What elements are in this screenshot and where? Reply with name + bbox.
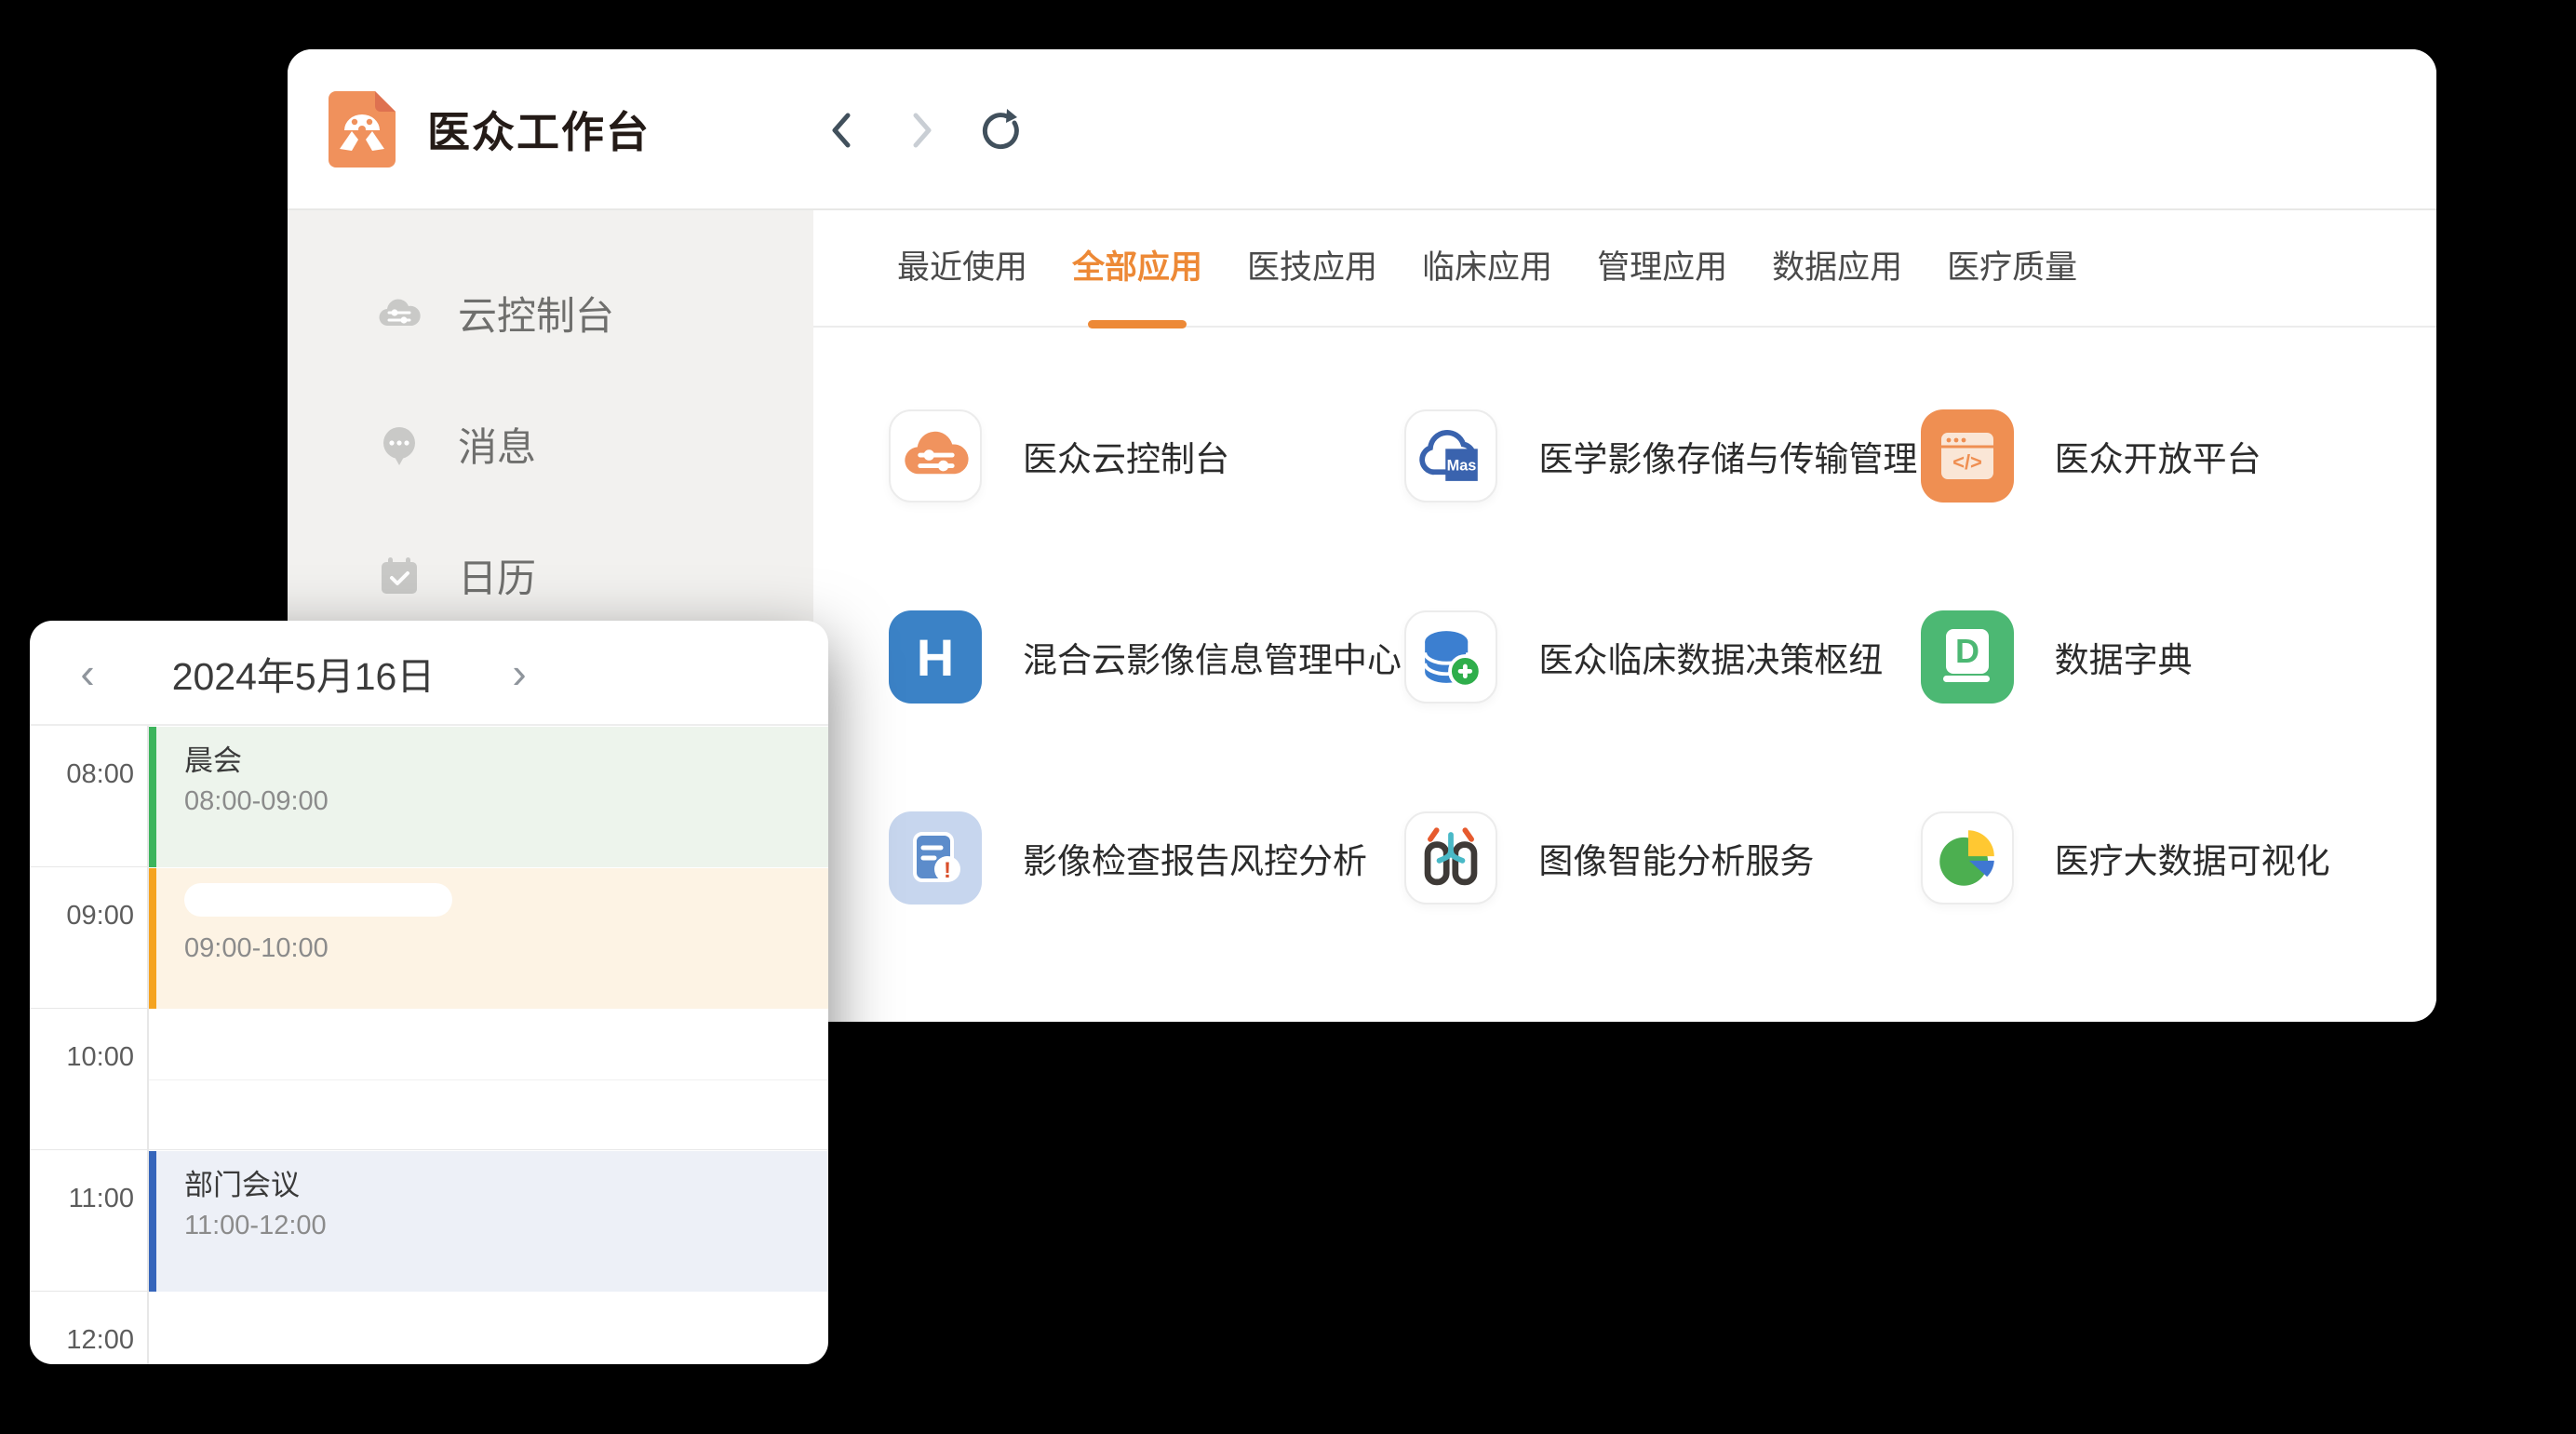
app-logo-icon	[329, 91, 396, 168]
app-pacs[interactable]: Mas 医学影像存储与传输管理	[1404, 409, 1920, 503]
app-data-dictionary[interactable]: D 数据字典	[1921, 610, 2436, 704]
app-row: 医众云控制台 Mas	[813, 409, 2436, 503]
message-icon	[376, 422, 423, 468]
app-label: 医学影像存储与传输管理	[1538, 431, 1917, 481]
desktop-backdrop: 医众工作台	[0, 0, 2576, 1434]
hour-row-12: 12:00	[30, 1292, 828, 1364]
app-report-risk-analysis[interactable]: ! 影像检查报告风控分析	[889, 811, 1404, 905]
lungs-icon	[1404, 811, 1497, 905]
app-label: 医众临床数据决策枢纽	[1538, 632, 1883, 682]
main-content: 最近使用 全部应用 医技应用 临床应用 管理应用 数据应用 医疗质量	[813, 210, 2436, 1020]
mas-badge: Mas	[1447, 457, 1477, 474]
event-color-bar	[149, 727, 156, 867]
calendar-header: ‹ 2024年5月16日 ›	[30, 621, 828, 726]
sidebar-item-label: 日历	[458, 547, 536, 604]
app-label: 图像智能分析服务	[1538, 833, 1814, 883]
app-label: 医疗大数据可视化	[2055, 833, 2330, 883]
calendar-day-grid: 08:00 09:00 10:00 11:00 12:00 晨会 08:00-0…	[30, 726, 828, 1364]
calendar-date-label: 2024年5月16日	[108, 645, 499, 701]
calendar-next-day-icon[interactable]: ›	[499, 645, 540, 701]
time-label: 12:00	[30, 1325, 134, 1356]
letter-h-icon: H	[889, 610, 982, 704]
refresh-icon[interactable]	[978, 108, 1023, 153]
event-color-bar	[149, 868, 156, 1009]
tab-medtech-apps[interactable]: 医技应用	[1247, 209, 1377, 327]
tab-data-apps[interactable]: 数据应用	[1772, 209, 1902, 327]
event-color-bar	[149, 1151, 156, 1292]
app-open-platform[interactable]: </> 医众开放平台	[1921, 409, 2436, 503]
report-alert-icon: !	[889, 811, 982, 905]
app-label: 混合云影像信息管理中心	[1023, 632, 1402, 682]
nav-group	[820, 49, 1023, 210]
back-icon[interactable]	[820, 108, 865, 153]
time-label: 10:00	[30, 1042, 134, 1073]
sidebar-item-messages[interactable]: 消息	[288, 379, 813, 510]
event-time: 08:00-09:00	[184, 786, 810, 817]
open-platform-icon: </>	[1921, 409, 2014, 503]
app-row: ! 影像检查报告风控分析	[813, 811, 2436, 905]
pie-chart-icon	[1921, 811, 2014, 905]
app-label: 医众开放平台	[2055, 431, 2261, 481]
tab-all-apps[interactable]: 全部应用	[1072, 209, 1202, 327]
h-letter: H	[889, 610, 982, 704]
event-title: 晨会	[184, 744, 810, 779]
app-big-data-visualization[interactable]: 医疗大数据可视化	[1921, 811, 2436, 905]
app-row: H 混合云影像信息管理中心	[813, 610, 2436, 704]
app-cloud-console[interactable]: 医众云控制台	[889, 409, 1404, 503]
app-label: 数据字典	[2055, 632, 2193, 682]
tabs-bar: 最近使用 全部应用 医技应用 临床应用 管理应用 数据应用 医疗质量	[813, 210, 2436, 328]
apps-grid: 医众云控制台 Mas	[813, 328, 2436, 905]
sidebar-item-label: 消息	[458, 416, 536, 473]
cloud-settings-icon	[376, 290, 423, 337]
app-title: 医众工作台	[427, 99, 651, 160]
cloud-mas-icon: Mas	[1404, 409, 1497, 503]
event-department-meeting[interactable]: 部门会议 11:00-12:00	[149, 1151, 828, 1292]
code-glyph: </>	[1952, 450, 1982, 474]
hour-row-10: 10:00	[30, 1009, 828, 1150]
calendar-prev-day-icon[interactable]: ‹	[67, 645, 108, 701]
time-label: 09:00	[30, 901, 134, 931]
time-label: 11:00	[30, 1184, 134, 1214]
sidebar-item-cloud-console[interactable]: 云控制台	[288, 248, 813, 379]
app-image-ai-analysis[interactable]: 图像智能分析服务	[1404, 811, 1920, 905]
tab-medical-quality[interactable]: 医疗质量	[1947, 209, 2077, 327]
database-plus-icon	[1404, 610, 1497, 704]
app-label: 影像检查报告风控分析	[1023, 833, 1367, 883]
app-label: 医众云控制台	[1023, 431, 1229, 481]
app-header: 医众工作台	[288, 49, 2436, 210]
calendar-icon	[376, 553, 423, 599]
event-morning-meeting[interactable]: 晨会 08:00-09:00	[149, 727, 828, 867]
event-title-redacted-pill	[184, 883, 452, 917]
tab-recently-used[interactable]: 最近使用	[897, 209, 1027, 327]
event-redacted[interactable]: 09:00-10:00	[149, 868, 828, 1009]
cloud-sliders-icon	[889, 409, 982, 503]
event-time: 09:00-10:00	[184, 933, 810, 964]
tab-management-apps[interactable]: 管理应用	[1597, 209, 1727, 327]
d-letter: D	[1955, 632, 1979, 670]
tab-clinical-apps[interactable]: 临床应用	[1422, 209, 1552, 327]
app-clinical-data-hub[interactable]: 医众临床数据决策枢纽	[1404, 610, 1920, 704]
dictionary-book-icon: D	[1921, 610, 2014, 704]
calendar-panel: ‹ 2024年5月16日 › 08:00 09:00 10:00 11:00 1…	[30, 621, 828, 1364]
forward-icon[interactable]	[899, 108, 944, 153]
alert-glyph: !	[944, 858, 951, 883]
time-label: 08:00	[30, 759, 134, 790]
app-hybrid-cloud-imaging[interactable]: H 混合云影像信息管理中心	[889, 610, 1404, 704]
event-time: 11:00-12:00	[184, 1211, 810, 1241]
sidebar-item-label: 云控制台	[458, 285, 614, 342]
event-title: 部门会议	[184, 1168, 810, 1203]
